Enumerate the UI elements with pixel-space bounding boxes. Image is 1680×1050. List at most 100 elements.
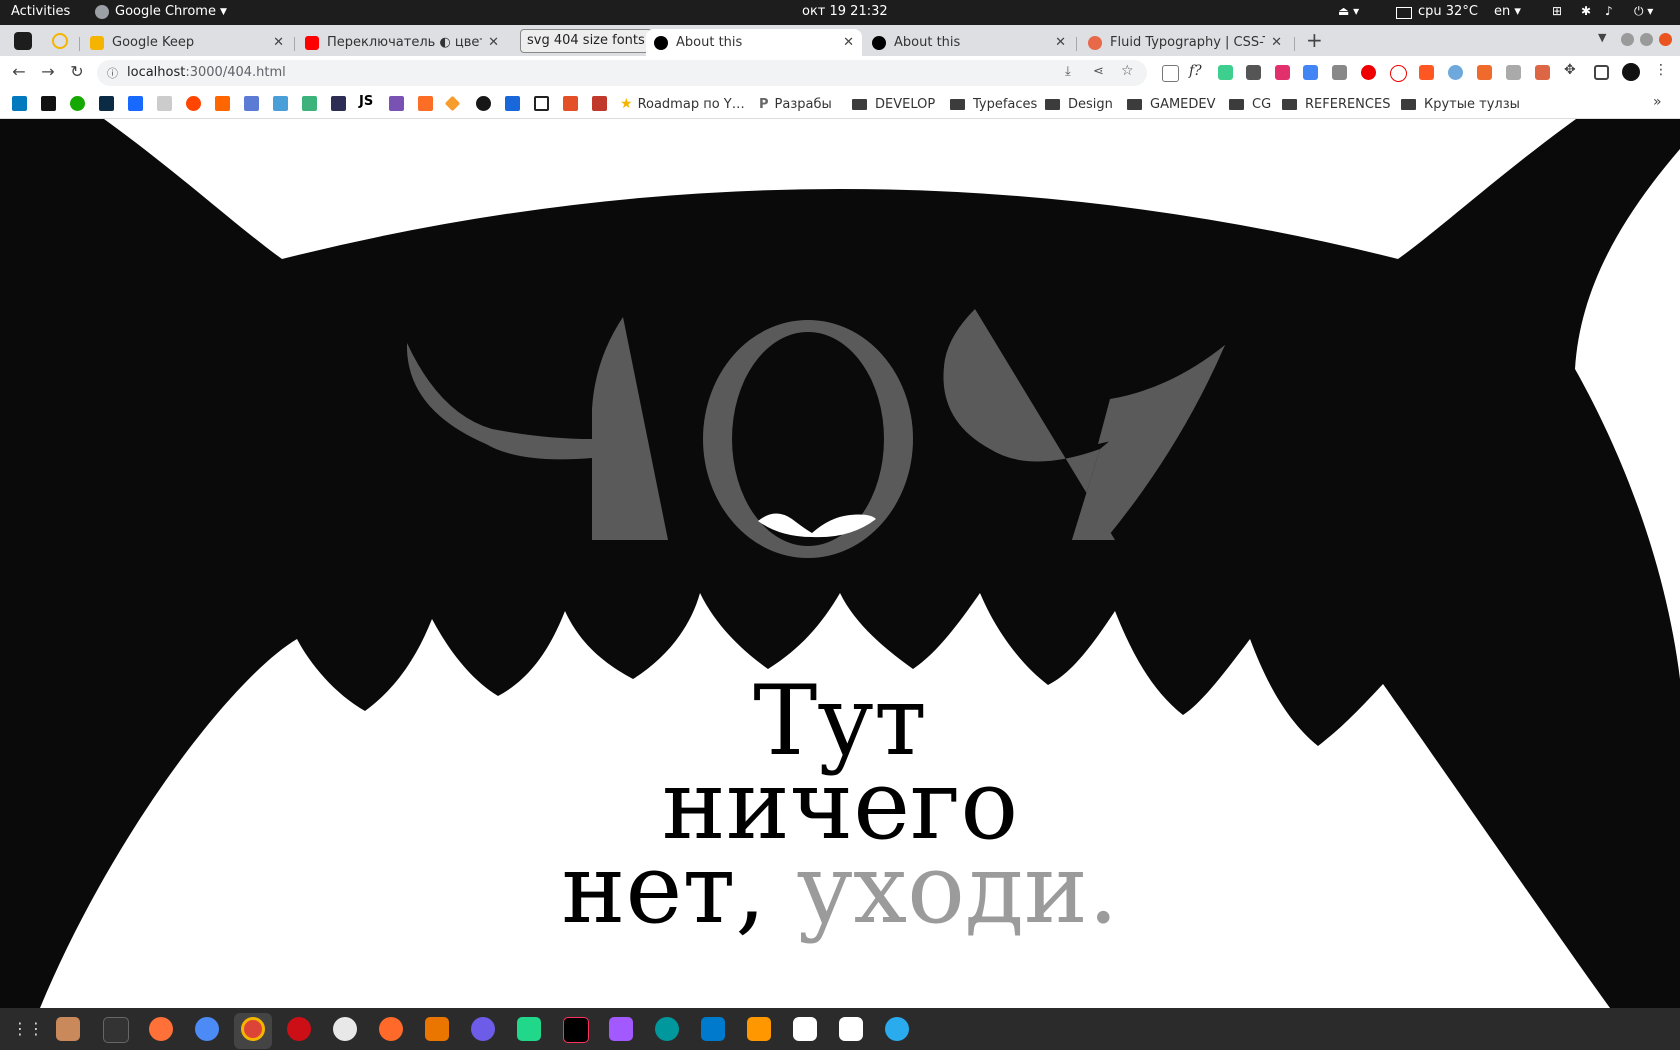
- sublime-icon[interactable]: [747, 1017, 771, 1041]
- slack-icon[interactable]: [333, 1017, 357, 1041]
- pinned-tab-icon-2[interactable]: [52, 33, 68, 49]
- tab-color-switch[interactable]: Переключатель ◐ цвета ✕: [297, 29, 507, 56]
- pinned-tab-icon[interactable]: [14, 32, 32, 50]
- new-tab-button[interactable]: +: [1306, 28, 1323, 52]
- extension-m-icon[interactable]: [1218, 65, 1233, 80]
- bookmark-folder-cg[interactable]: CG: [1229, 95, 1271, 113]
- bookmark-lightblue-icon[interactable]: [273, 96, 288, 111]
- cat-app-icon-2[interactable]: [839, 1017, 863, 1041]
- bookmark-roadmap[interactable]: ★ Roadmap по Y…: [620, 95, 745, 113]
- reddit-icon[interactable]: [186, 96, 201, 111]
- cat-app-icon[interactable]: [793, 1017, 817, 1041]
- ycombinator-icon[interactable]: [215, 96, 230, 111]
- telegram-icon[interactable]: [885, 1017, 909, 1041]
- firefox-icon[interactable]: [149, 1017, 173, 1041]
- eject-icon[interactable]: ⏏ ▾: [1338, 4, 1359, 18]
- close-icon[interactable]: ✕: [488, 35, 499, 50]
- bookmark-folder-gamedev[interactable]: GAMEDEV: [1127, 95, 1216, 113]
- address-bar[interactable]: ⓘ localhost:3000/404.html ⤓ ⋖ ☆: [97, 60, 1147, 86]
- cat-icon[interactable]: [41, 96, 56, 111]
- bookmark-folder-typefaces[interactable]: Typefaces: [950, 95, 1037, 113]
- bookmark-folder-tools[interactable]: Крутые тулзы: [1401, 95, 1520, 113]
- bookmark-folder-references[interactable]: REFERENCES: [1282, 95, 1390, 113]
- network-icon[interactable]: ⊞: [1552, 4, 1562, 18]
- puzzle-icon[interactable]: ✥: [1564, 62, 1576, 78]
- more-bookmarks-icon[interactable]: »: [1653, 94, 1662, 110]
- files-icon[interactable]: [56, 1017, 80, 1041]
- tab-about[interactable]: About this ✕: [864, 29, 1074, 56]
- vue-icon[interactable]: [1506, 65, 1521, 80]
- extension-blue-icon[interactable]: [1448, 65, 1463, 80]
- intellij-icon[interactable]: [563, 1017, 589, 1043]
- bookmark-orange-icon[interactable]: [563, 96, 578, 111]
- extension-red-icon[interactable]: [1477, 65, 1492, 80]
- chrome-icon[interactable]: [241, 1017, 265, 1041]
- figma-icon[interactable]: [609, 1017, 633, 1041]
- adblock-icon[interactable]: [1361, 65, 1376, 80]
- close-icon[interactable]: ✕: [1055, 35, 1066, 50]
- github-icon[interactable]: [476, 96, 491, 111]
- js-bookmark[interactable]: JS: [359, 94, 373, 109]
- vscode-icon[interactable]: [701, 1017, 725, 1041]
- maximize-button[interactable]: [1640, 33, 1653, 46]
- reader-icon[interactable]: [1162, 65, 1179, 82]
- url-text[interactable]: localhost:3000/404.html: [127, 65, 286, 80]
- keyboard-layout[interactable]: en ▾: [1494, 4, 1521, 19]
- menu-icon[interactable]: ⋮: [1654, 62, 1668, 78]
- reload-button[interactable]: ↻: [65, 61, 89, 83]
- blender-icon[interactable]: [425, 1017, 449, 1041]
- bookmark-folder-design[interactable]: Design: [1045, 95, 1113, 113]
- bluetooth-icon[interactable]: ✱: [1581, 4, 1591, 18]
- bookmark-folder-develop[interactable]: DEVELOP: [852, 95, 935, 113]
- activities-button[interactable]: Activities: [11, 4, 70, 19]
- trello-icon[interactable]: [12, 96, 27, 111]
- clock[interactable]: окт 19 21:32: [802, 4, 888, 19]
- extension-grid-icon[interactable]: [1535, 65, 1550, 80]
- terminal-icon[interactable]: [103, 1017, 129, 1043]
- bookmark-dark-icon[interactable]: [331, 96, 346, 111]
- atlassian-icon[interactable]: [505, 96, 520, 111]
- gitlab-icon[interactable]: [418, 96, 433, 111]
- tab-google-keep[interactable]: Google Keep ✕: [82, 29, 292, 56]
- codepen-icon[interactable]: [534, 96, 549, 111]
- arduino-icon[interactable]: [655, 1017, 679, 1041]
- bookmark-red-icon[interactable]: [592, 96, 607, 111]
- tab-about-active[interactable]: About this ✕: [646, 29, 862, 56]
- close-icon[interactable]: ✕: [273, 35, 284, 50]
- bookmark-razraby[interactable]: P Разрабы: [759, 95, 832, 113]
- translate-icon[interactable]: [1303, 65, 1318, 80]
- extension-gradient-icon[interactable]: [1275, 65, 1290, 80]
- forward-button[interactable]: →: [36, 61, 60, 83]
- share-icon[interactable]: ⋖: [1093, 64, 1104, 79]
- tab-fluid-typography[interactable]: Fluid Typography | CSS-Tricks ✕: [1080, 29, 1290, 56]
- tab-group-label[interactable]: svg 404 size fonts: [520, 29, 652, 53]
- app-grid-icon[interactable]: ⋮⋮: [12, 1019, 44, 1038]
- inkscape-icon[interactable]: [471, 1017, 495, 1041]
- volume-icon[interactable]: ♪: [1605, 4, 1613, 18]
- extension-orange-icon[interactable]: [1419, 65, 1434, 80]
- minimize-button[interactable]: [1621, 33, 1634, 46]
- install-icon[interactable]: ⤓: [1065, 64, 1071, 79]
- font-ninja-icon[interactable]: f?: [1189, 63, 1202, 79]
- app-menu[interactable]: Google Chrome ▼: [95, 4, 227, 19]
- pycharm-icon[interactable]: [517, 1017, 541, 1041]
- extension-tt-icon[interactable]: [1246, 65, 1261, 80]
- bookmark-100-icon[interactable]: [157, 96, 172, 111]
- close-icon[interactable]: ✕: [843, 35, 854, 50]
- behance-icon[interactable]: [128, 96, 143, 111]
- back-button[interactable]: ←: [7, 61, 31, 83]
- bookmark-green-icon[interactable]: [302, 96, 317, 111]
- info-icon[interactable]: ⓘ: [107, 65, 118, 81]
- opera-icon[interactable]: [287, 1017, 311, 1041]
- window-close-button[interactable]: [1659, 33, 1672, 46]
- side-panel-icon[interactable]: [1594, 65, 1609, 80]
- cpu-temp[interactable]: cpu 32°C: [1418, 4, 1478, 19]
- tab-search-icon[interactable]: ▼: [1598, 31, 1606, 44]
- avatar[interactable]: [1622, 63, 1640, 81]
- extension-gray-icon[interactable]: [1332, 65, 1347, 80]
- power-icon[interactable]: ⏻ ▾: [1634, 4, 1653, 19]
- bookmark-blue-icon[interactable]: [244, 96, 259, 111]
- artstation-icon[interactable]: [99, 96, 114, 111]
- bootstrap-icon[interactable]: [389, 96, 404, 111]
- angular-icon[interactable]: [1390, 65, 1407, 82]
